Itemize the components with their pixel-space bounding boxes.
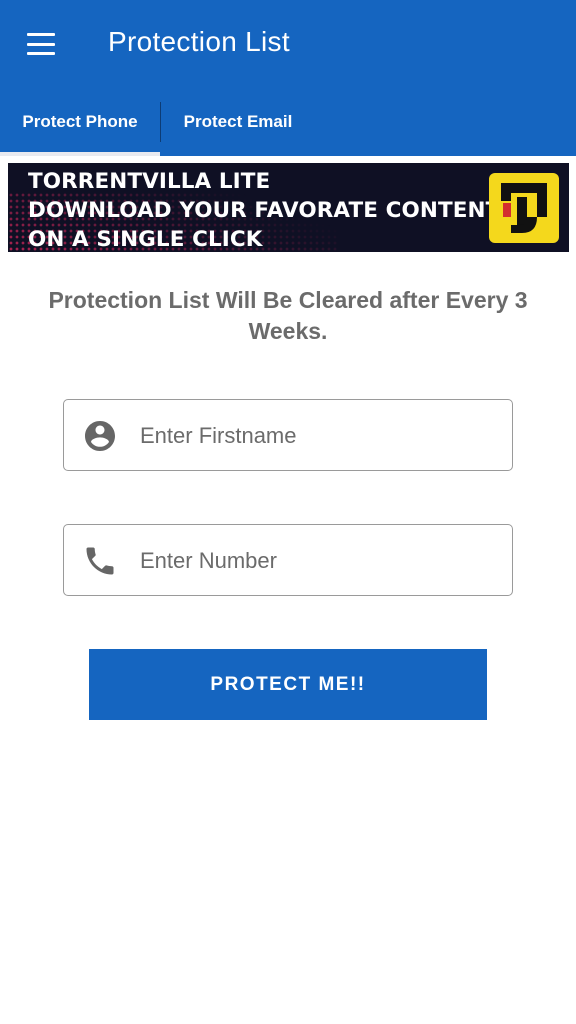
banner-line-3: ON A SINGLE CLICK <box>28 227 263 252</box>
firstname-field[interactable] <box>63 399 513 471</box>
app-bar: Protection List <box>0 0 576 88</box>
torrentvilla-logo-icon <box>489 173 559 243</box>
banner-text: TORRENTVILLA LITE DOWNLOAD YOUR FAVORATE… <box>28 167 500 252</box>
ad-banner[interactable]: TORRENTVILLA LITE DOWNLOAD YOUR FAVORATE… <box>8 163 569 252</box>
menu-icon[interactable] <box>24 30 58 58</box>
notice-text: Protection List Will Be Cleared after Ev… <box>48 287 528 344</box>
page-title: Protection List <box>108 26 290 57</box>
banner-line-1: TORRENTVILLA LITE <box>28 169 271 194</box>
number-input[interactable] <box>140 539 500 583</box>
firstname-input[interactable] <box>140 414 500 458</box>
banner-line-2: DOWNLOAD YOUR FAVORATE CONTENT <box>28 198 501 223</box>
tab-protect-email[interactable]: Protect Email <box>161 88 315 156</box>
phone-icon <box>86 547 114 575</box>
number-field[interactable] <box>63 524 513 596</box>
protect-me-button[interactable]: PROTECT ME!! <box>89 649 487 720</box>
tab-protect-phone[interactable]: Protect Phone <box>0 88 160 156</box>
tab-selected-indicator <box>0 152 160 156</box>
account-circle-icon <box>85 421 115 451</box>
tab-bar: Protect Phone Protect Email <box>0 88 576 156</box>
